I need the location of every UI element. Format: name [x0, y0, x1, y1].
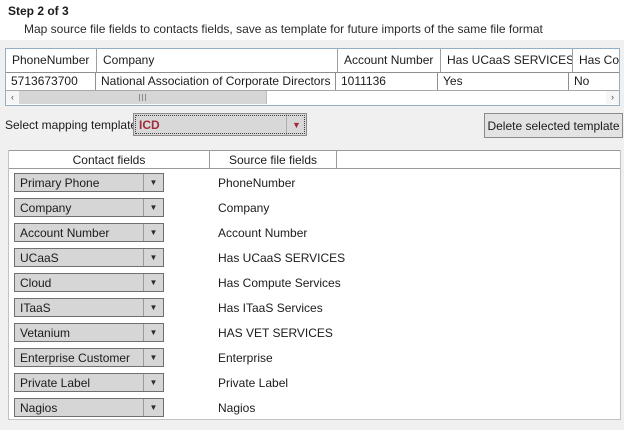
- dropdown-value: Private Label: [15, 374, 143, 391]
- empty-header-cell: [337, 151, 620, 168]
- mapping-template-combobox[interactable]: ICD ▼: [133, 113, 307, 136]
- delete-template-button[interactable]: Delete selected template: [484, 113, 623, 138]
- mapping-header-row: Contact fields Source file fields: [9, 150, 620, 169]
- contact-field-dropdown-account-number[interactable]: Account Number ▼: [14, 223, 164, 242]
- mapping-rows: Primary Phone ▼ PhoneNumber Company ▼ Co…: [9, 169, 620, 417]
- cell-account-number: 1011136: [336, 73, 438, 90]
- scrollbar-thumb[interactable]: [19, 91, 267, 104]
- contact-field-dropdown-ucaas[interactable]: UCaaS ▼: [14, 248, 164, 267]
- contact-field-dropdown-nagios[interactable]: Nagios ▼: [14, 398, 164, 417]
- dropdown-value: Cloud: [15, 274, 143, 291]
- dropdown-value: Primary Phone: [15, 174, 143, 191]
- mapping-row-primary-phone: Primary Phone ▼ PhoneNumber: [14, 173, 620, 192]
- mapping-row-cloud: Cloud ▼ Has Compute Services: [14, 273, 620, 292]
- dropdown-arrow-icon[interactable]: ▼: [143, 274, 163, 291]
- contact-field-dropdown-company[interactable]: Company ▼: [14, 198, 164, 217]
- mapping-row-itaas: ITaaS ▼ Has ITaaS Services: [14, 298, 620, 317]
- dropdown-value: Vetanium: [15, 324, 143, 341]
- cell-has-ucaas: Yes: [438, 73, 569, 90]
- dropdown-value: ITaaS: [15, 299, 143, 316]
- preview-table-header: PhoneNumber Company Account Number Has U…: [6, 49, 619, 73]
- field-mapping-panel: Contact fields Source file fields Primar…: [8, 150, 621, 420]
- source-field-label: Enterprise: [218, 351, 273, 365]
- source-fields-header: Source file fields: [210, 151, 337, 168]
- horizontal-scrollbar[interactable]: ‹ ›: [6, 90, 619, 104]
- mapping-row-account-number: Account Number ▼ Account Number: [14, 223, 620, 242]
- dropdown-value: Account Number: [15, 224, 143, 241]
- mapping-row-vetanium: Vetanium ▼ HAS VET SERVICES: [14, 323, 620, 342]
- contact-field-dropdown-cloud[interactable]: Cloud ▼: [14, 273, 164, 292]
- column-header-has-compute[interactable]: Has Compute Ser: [573, 49, 619, 72]
- cell-has-compute: No: [569, 73, 619, 90]
- source-field-label: Has Compute Services: [218, 276, 341, 290]
- thumb-grip-icon: [139, 94, 140, 101]
- dropdown-arrow-icon[interactable]: ▼: [286, 114, 306, 135]
- dropdown-arrow-icon[interactable]: ▼: [143, 349, 163, 366]
- source-field-label: Has UCaaS SERVICES: [218, 251, 345, 265]
- contact-field-dropdown-private-label[interactable]: Private Label ▼: [14, 373, 164, 392]
- dropdown-value: Nagios: [15, 399, 143, 416]
- mapping-row-enterprise-customer: Enterprise Customer ▼ Enterprise: [14, 348, 620, 367]
- cell-phonenumber: 5713673700: [6, 73, 96, 90]
- source-field-label: Has ITaaS Services: [218, 301, 323, 315]
- column-header-phonenumber[interactable]: PhoneNumber: [6, 49, 97, 72]
- dropdown-arrow-icon[interactable]: ▼: [143, 249, 163, 266]
- step-subtitle: Map source file fields to contacts field…: [24, 22, 543, 36]
- dropdown-arrow-icon[interactable]: ▼: [143, 399, 163, 416]
- column-header-account-number[interactable]: Account Number: [338, 49, 441, 72]
- dropdown-arrow-icon[interactable]: ▼: [143, 324, 163, 341]
- select-template-label: Select mapping template: [5, 118, 137, 132]
- thumb-grip-icon: [145, 94, 146, 101]
- dropdown-arrow-icon[interactable]: ▼: [143, 199, 163, 216]
- contact-field-dropdown-itaas[interactable]: ITaaS ▼: [14, 298, 164, 317]
- scroll-left-icon[interactable]: ‹: [6, 91, 19, 104]
- contact-field-dropdown-primary-phone[interactable]: Primary Phone ▼: [14, 173, 164, 192]
- source-field-label: HAS VET SERVICES: [218, 326, 333, 340]
- column-header-company[interactable]: Company: [97, 49, 338, 72]
- contact-field-dropdown-enterprise-customer[interactable]: Enterprise Customer ▼: [14, 348, 164, 367]
- source-field-label: Private Label: [218, 376, 288, 390]
- dropdown-value: Company: [15, 199, 143, 216]
- source-field-label: PhoneNumber: [218, 176, 295, 190]
- mapping-row-nagios: Nagios ▼ Nagios: [14, 398, 620, 417]
- dropdown-arrow-icon[interactable]: ▼: [143, 299, 163, 316]
- contact-field-dropdown-vetanium[interactable]: Vetanium ▼: [14, 323, 164, 342]
- source-field-label: Nagios: [218, 401, 255, 415]
- scroll-right-icon[interactable]: ›: [606, 91, 619, 104]
- mapping-row-company: Company ▼ Company: [14, 198, 620, 217]
- scrollbar-track[interactable]: [19, 91, 606, 104]
- dropdown-arrow-icon[interactable]: ▼: [143, 224, 163, 241]
- thumb-grip-icon: [142, 94, 143, 101]
- contact-fields-header: Contact fields: [9, 151, 210, 168]
- column-header-has-ucaas[interactable]: Has UCaaS SERVICES: [441, 49, 573, 72]
- cell-company: National Association of Corporate Direct…: [96, 73, 336, 90]
- table-row[interactable]: 5713673700 National Association of Corpo…: [6, 73, 619, 90]
- dropdown-arrow-icon[interactable]: ▼: [143, 174, 163, 191]
- dropdown-value: Enterprise Customer: [15, 349, 143, 366]
- mapping-row-private-label: Private Label ▼ Private Label: [14, 373, 620, 392]
- source-field-label: Company: [218, 201, 269, 215]
- step-title: Step 2 of 3: [8, 4, 69, 18]
- dropdown-value: UCaaS: [15, 249, 143, 266]
- source-preview-table: PhoneNumber Company Account Number Has U…: [5, 48, 620, 106]
- source-field-label: Account Number: [218, 226, 307, 240]
- template-selected-value: ICD: [134, 118, 286, 132]
- dropdown-arrow-icon[interactable]: ▼: [143, 374, 163, 391]
- mapping-row-ucaas: UCaaS ▼ Has UCaaS SERVICES: [14, 248, 620, 267]
